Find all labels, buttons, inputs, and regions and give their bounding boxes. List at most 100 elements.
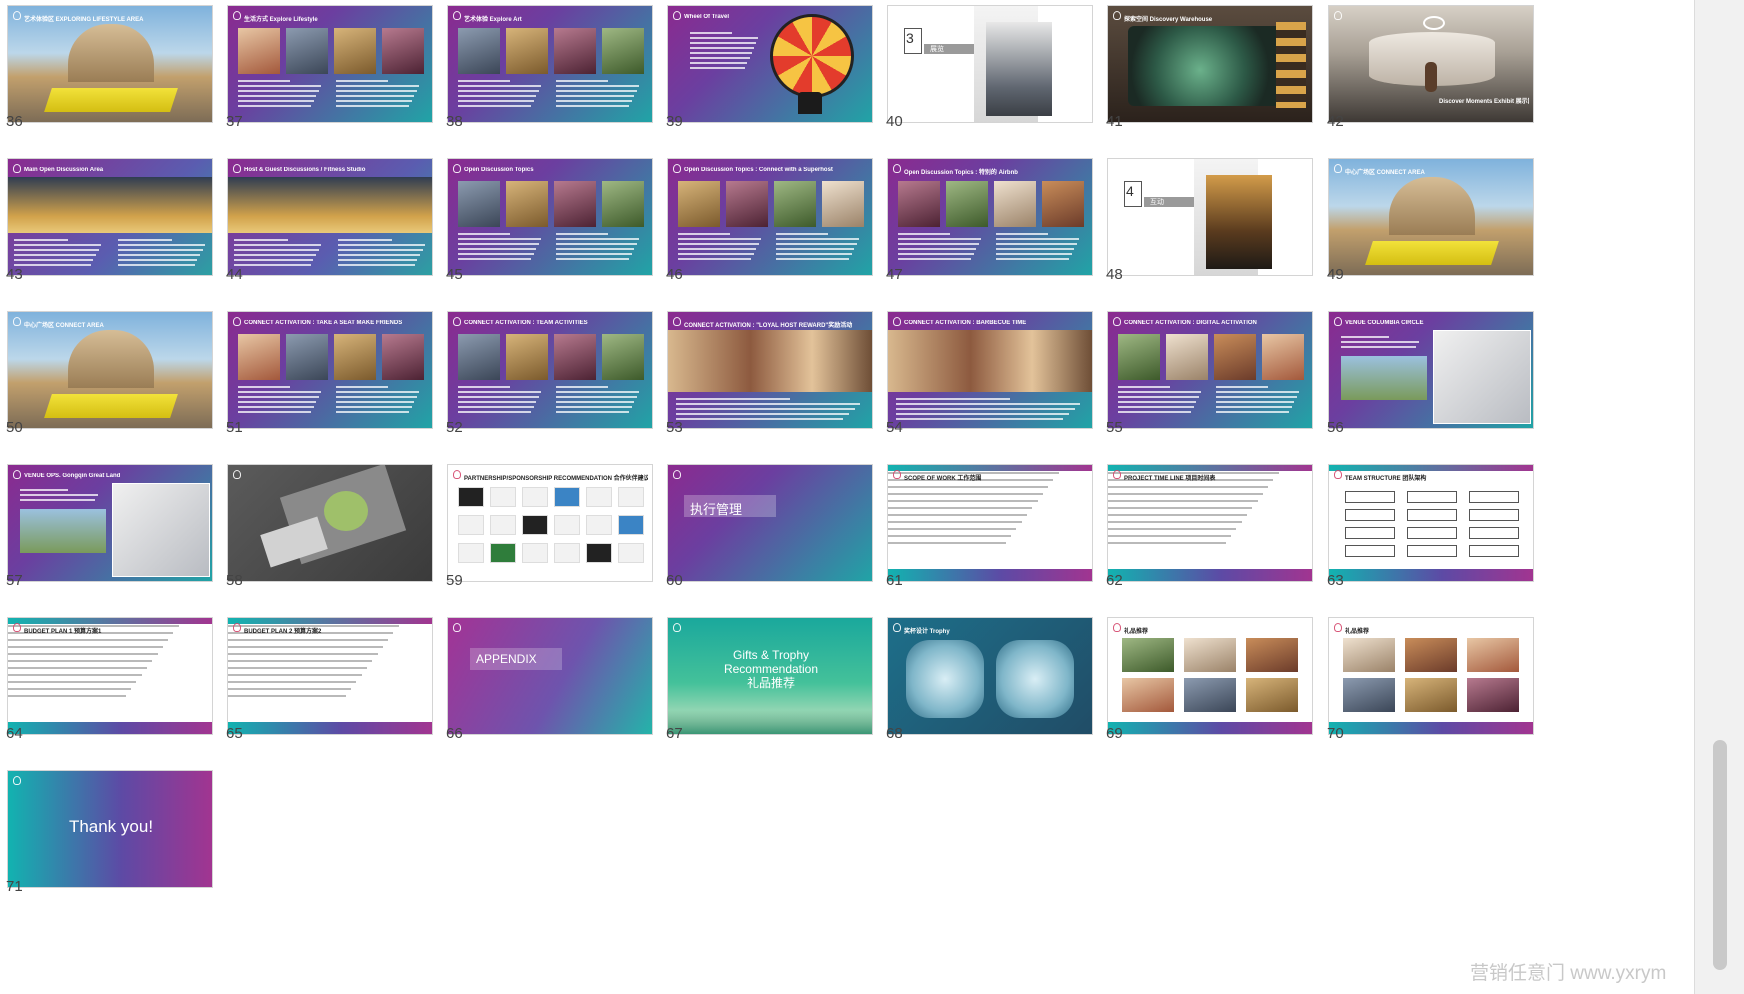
slide-number: 58 [226, 572, 243, 589]
airbnb-logo-icon [1113, 470, 1121, 479]
text-lines [996, 233, 1082, 263]
slide-title: Open Discussion Topics [464, 167, 534, 173]
airbnb-logo-icon [13, 623, 21, 632]
slide-thumbnail-42[interactable]: Discover Moments Exhibit 展示区 [1328, 5, 1534, 123]
slide-number: 56 [1327, 419, 1344, 436]
slide-title: Discover Moments Exhibit 展示区 [1439, 99, 1529, 105]
slide-thumbnail-56[interactable]: VENUE COLUMBIA CIRCLE [1328, 311, 1534, 429]
sponsor-logo [554, 487, 580, 507]
airbnb-logo-icon [1334, 470, 1342, 479]
sponsor-logo [618, 543, 644, 563]
text-lines [1118, 386, 1204, 416]
slide-thumbnail-71[interactable]: Thank you! [7, 770, 213, 888]
slide-number: 55 [1106, 419, 1123, 436]
slide-title: CONNECT ACTIVATION : DIGITAL ACTIVATION [1124, 320, 1257, 326]
slide-thumbnail-43[interactable]: Main Open Discussion Area [7, 158, 213, 276]
slide-thumbnail-51[interactable]: CONNECT ACTIVATION : TAKE A SEAT MAKE FR… [227, 311, 433, 429]
slide-thumbnail-41[interactable]: 探索空间 Discovery Warehouse [1107, 5, 1313, 123]
slide-preview: CONNECT ACTIVATION : DIGITAL ACTIVATION [1108, 312, 1312, 428]
slide-thumbnail-49[interactable]: 中心广场区 CONNECT AREA [1328, 158, 1534, 276]
slide-number: 41 [1106, 113, 1123, 130]
text-lines [238, 80, 324, 110]
org-box [1469, 491, 1519, 503]
airbnb-logo-icon [1334, 164, 1342, 173]
text-lines [556, 80, 642, 110]
slide-preview: 生活方式 Explore Lifestyle [228, 6, 432, 122]
product-photo [1246, 678, 1298, 712]
slide-title: 礼品推荐 [1124, 629, 1149, 635]
building-block [260, 516, 328, 568]
slide-preview: PROJECT TIME LINE 项目时间表 [1108, 465, 1312, 581]
product-photo [1467, 638, 1519, 672]
slide-number: 52 [446, 419, 463, 436]
slide-thumbnail-54[interactable]: CONNECT ACTIVATION : BARBECUE TIME [887, 311, 1093, 429]
text-lines [20, 489, 100, 504]
vertical-scrollbar[interactable] [1694, 0, 1744, 994]
slide-thumbnail-60[interactable]: 执行管理 [667, 464, 873, 582]
slide-thumbnail-64[interactable]: BUDGET PLAN 1 预算方案1 [7, 617, 213, 735]
slide-thumbnail-63[interactable]: TEAM STRUCTURE 团队架构 [1328, 464, 1534, 582]
slide-thumbnail-62[interactable]: PROJECT TIME LINE 项目时间表 [1107, 464, 1313, 582]
slide-preview: CONNECT ACTIVATION : BARBECUE TIME [888, 312, 1092, 428]
slide-title: 艺术体验区 EXPLORING LIFESTYLE AREA [24, 17, 144, 23]
slide-thumbnail-61[interactable]: SCOPE OF WORK 工作范围 [887, 464, 1093, 582]
slide-thumbnail-52[interactable]: CONNECT ACTIVATION : TEAM ACTIVITIES [447, 311, 653, 429]
scrollbar-thumb[interactable] [1713, 740, 1727, 970]
airbnb-logo-icon [453, 164, 461, 173]
text-lines [234, 239, 324, 269]
slide-thumbnail-59[interactable]: PARTNERSHIP/SPONSORSHIP RECOMMENDATION 合… [447, 464, 653, 582]
slide-thumbnail-57[interactable]: VENUE OPS. Gongqin Great Land [7, 464, 213, 582]
slide-thumbnail-70[interactable]: 礼品推荐 [1328, 617, 1534, 735]
org-box [1469, 527, 1519, 539]
slide-number: 40 [886, 113, 903, 130]
slide-preview: Open Discussion Topics : 特别的 Airbnb [888, 159, 1092, 275]
slide-thumbnail-67[interactable]: Gifts & Trophy Recommendation 礼品推荐 [667, 617, 873, 735]
slide-thumbnail-45[interactable]: Open Discussion Topics [447, 158, 653, 276]
product-photo [1122, 638, 1174, 672]
wheel-stand [798, 92, 822, 114]
slide-thumbnail-53[interactable]: CONNECT ACTIVATION : "LOYAL HOST REWARD"… [667, 311, 873, 429]
text-lines [336, 386, 422, 416]
slide-thumbnail-46[interactable]: Open Discussion Topics : Connect with a … [667, 158, 873, 276]
slide-title: 奖杯设计 Trophy [904, 629, 950, 635]
sponsor-logo [458, 487, 484, 507]
sponsor-logo [586, 487, 612, 507]
slide-preview: VENUE OPS. Gongqin Great Land [8, 465, 212, 581]
visitor-figure [1425, 62, 1437, 92]
thumbnail-photo [238, 28, 280, 74]
slide-thumbnail-37[interactable]: 生活方式 Explore Lifestyle [227, 5, 433, 123]
city-photo [986, 22, 1052, 116]
text-lines [898, 233, 984, 263]
trophy-right [996, 640, 1074, 718]
slide-title: Wheel Of Travel [684, 14, 730, 20]
slide-thumbnail-47[interactable]: Open Discussion Topics : 特别的 Airbnb [887, 158, 1093, 276]
slide-thumbnail-69[interactable]: 礼品推荐 [1107, 617, 1313, 735]
text-lines [896, 398, 1086, 423]
slide-thumbnail-38[interactable]: 艺术体验 Explore Art [447, 5, 653, 123]
slide-thumbnail-68[interactable]: 奖杯设计 Trophy [887, 617, 1093, 735]
yellow-floor-image [44, 394, 178, 418]
text-lines [458, 80, 544, 110]
slide-preview: Thank you! [8, 771, 212, 887]
slide-preview: CONNECT ACTIVATION : TAKE A SEAT MAKE FR… [228, 312, 432, 428]
slide-thumbnail-50[interactable]: 中心广场区 CONNECT AREA [7, 311, 213, 429]
slide-thumbnail-39[interactable]: Wheel Of Travel [667, 5, 873, 123]
slide-thumbnail-48[interactable]: 4 互动 [1107, 158, 1313, 276]
sponsor-logo [490, 543, 516, 563]
slide-thumbnail-44[interactable]: Host & Guest Discussions / Fitness Studi… [227, 158, 433, 276]
airbnb-logo-icon [13, 470, 21, 479]
slide-thumbnail-55[interactable]: CONNECT ACTIVATION : DIGITAL ACTIVATION [1107, 311, 1313, 429]
slide-thumbnail-40[interactable]: 3 展览 [887, 5, 1093, 123]
slide-number: 59 [446, 572, 463, 589]
org-box [1407, 545, 1457, 557]
venue-photo [20, 509, 106, 553]
slide-title: SCOPE OF WORK 工作范围 [904, 476, 982, 482]
slide-number: 64 [6, 725, 23, 742]
text-lines [14, 239, 104, 269]
slide-thumbnail-66[interactable]: APPENDIX [447, 617, 653, 735]
slide-thumbnail-36[interactable]: 艺术体验区 EXPLORING LIFESTYLE AREA [7, 5, 213, 123]
slide-thumbnail-65[interactable]: BUDGET PLAN 2 预算方案2 [227, 617, 433, 735]
slide-thumbnail-58[interactable] [227, 464, 433, 582]
text-lines [336, 80, 422, 110]
venue-map [112, 483, 210, 577]
